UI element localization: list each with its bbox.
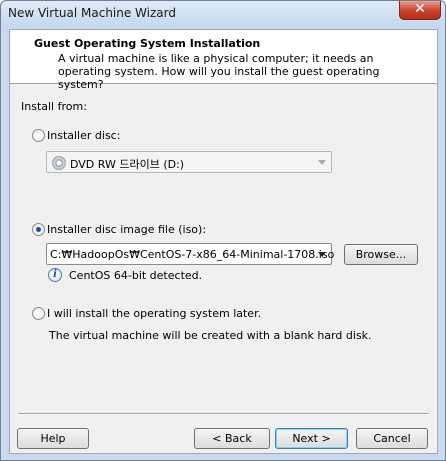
back-button[interactable]: < Back [194,428,270,449]
install-later-note: The virtual machine will be created with… [49,329,372,342]
installer-disc-label[interactable]: Installer disc: [47,129,120,142]
next-button[interactable]: Next > [275,428,348,449]
info-icon: i [48,268,62,282]
iso-path-combobox[interactable]: C:₩HadoopOs₩CentOS-7-x86_64-Minimal-1708… [46,243,334,265]
install-later-radio[interactable] [32,307,45,320]
close-icon: ✕ [414,1,426,17]
install-later-label[interactable]: I will install the operating system late… [47,307,261,320]
installer-disc-radio[interactable] [32,129,45,142]
wizard-window: New Virtual Machine Wizard ✕ Guest Opera… [0,0,446,461]
cancel-button[interactable]: Cancel [356,428,428,449]
window-title: New Virtual Machine Wizard [8,6,176,20]
dropdown-arrow-icon [318,160,326,165]
help-button[interactable]: Help [17,428,89,449]
detected-os-text: CentOS 64-bit detected. [69,269,203,282]
iso-radio[interactable] [32,223,45,236]
browse-button[interactable]: Browse... [344,244,418,265]
install-from-label: Install from: [21,100,87,113]
header-title: Guest Operating System Installation [34,37,261,50]
header-description: A virtual machine is like a physical com… [58,52,380,91]
close-button[interactable]: ✕ [399,1,441,20]
dropdown-arrow-icon[interactable] [318,252,326,257]
wizard-client-area: Guest Operating System Installation A vi… [9,29,438,454]
title-bar[interactable]: New Virtual Machine Wizard ✕ [1,1,445,27]
disc-drive-select[interactable]: DVD RW 드라이브 (D:) [46,151,332,173]
iso-path-value[interactable]: C:₩HadoopOs₩CentOS-7-x86_64-Minimal-1708… [50,248,334,261]
iso-label[interactable]: Installer disc image file (iso): [47,223,206,236]
wizard-header: Guest Operating System Installation A vi… [10,30,437,91]
disc-icon [52,156,66,170]
disc-drive-value: DVD RW 드라이브 (D:) [70,158,185,171]
footer-divider [18,413,429,415]
